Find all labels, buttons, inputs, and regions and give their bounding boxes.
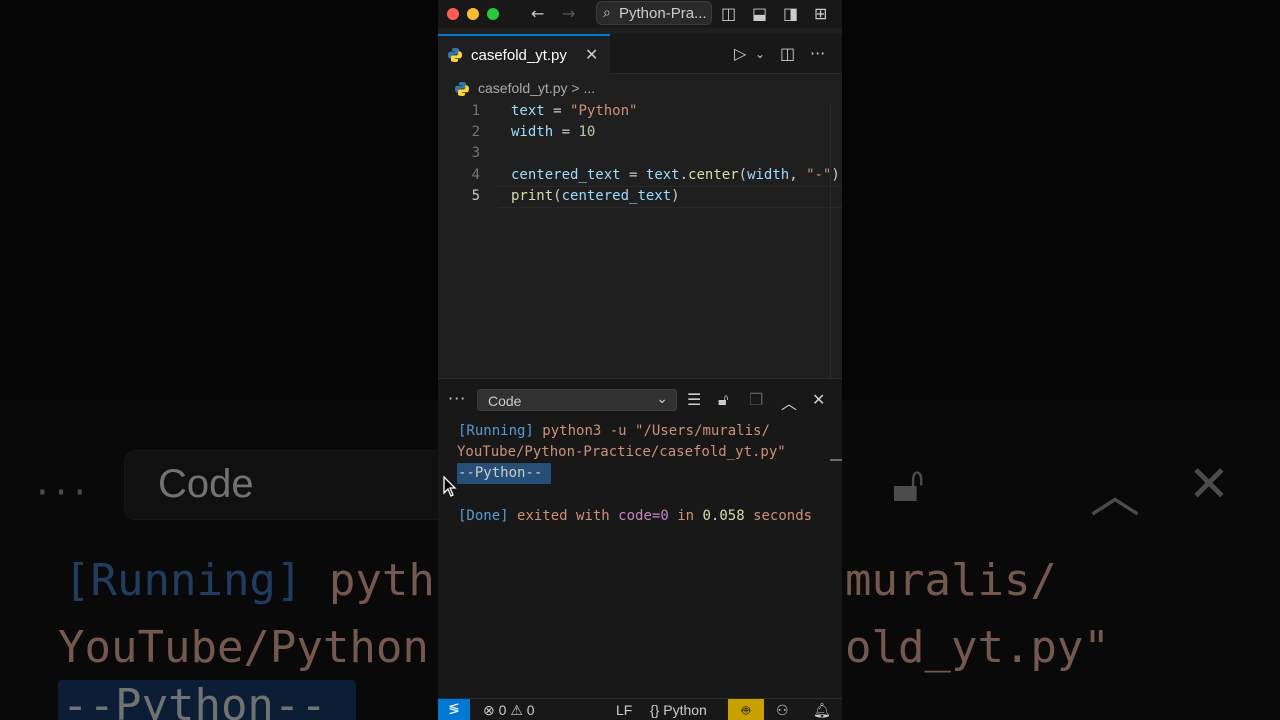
split-editor-icon[interactable]: ◫ xyxy=(780,44,795,63)
minimize-window-button[interactable] xyxy=(467,8,479,20)
eol-indicator[interactable]: LF xyxy=(616,702,632,718)
warning-icon: ⚠ xyxy=(510,702,523,718)
close-panel-icon[interactable]: ✕ xyxy=(812,390,825,409)
done-code: code=0 xyxy=(618,508,669,524)
bell-icon[interactable]: 🔔︎ xyxy=(813,702,831,719)
done-text: exited with xyxy=(517,508,610,524)
mouse-pointer-icon xyxy=(443,476,457,497)
output-panel: ··· Code ⌄ ☰ 🔓︎ ❐ ︿ ✕ [Running] python3 … xyxy=(438,378,842,698)
code-line[interactable]: 4 centered_text = text.center(width, "-"… xyxy=(438,167,842,188)
tab-bar: casefold_yt.py ✕ ▷ ⌄ ◫ ··· xyxy=(438,34,842,74)
command-center-search[interactable]: ⌕ Python-Pra... xyxy=(596,1,712,25)
done-tag: [Done] xyxy=(458,508,509,524)
code-text: print(centered_text) xyxy=(511,188,680,204)
breadcrumb-path[interactable]: casefold_yt.py > ... xyxy=(478,80,595,96)
output-channel-label: Code xyxy=(488,393,522,409)
code-line[interactable]: 3 xyxy=(438,145,842,166)
chevron-up-icon[interactable]: ︿ xyxy=(781,390,797,414)
line-number: 3 xyxy=(471,145,480,161)
customize-layout-icon[interactable]: ⊞ xyxy=(814,4,827,23)
done-time: 0.058 xyxy=(702,508,745,524)
breadcrumb: casefold_yt.py > ... xyxy=(438,76,842,100)
copy-icon[interactable]: ❐ xyxy=(749,390,763,409)
tab-casefold[interactable]: casefold_yt.py ✕ xyxy=(438,34,610,74)
language-mode[interactable]: {} Python xyxy=(650,702,707,718)
forward-arrow-icon[interactable]: → xyxy=(562,4,575,23)
search-label: Python-Pra... xyxy=(619,5,707,22)
output-running-path: YouTube/Python-Practice/casefold_yt.py" xyxy=(457,444,786,460)
warning-count: 0 xyxy=(526,702,535,718)
error-icon: ⊗ xyxy=(483,702,495,718)
toggle-panel-icon[interactable]: ⬓ xyxy=(752,4,767,23)
python-file-icon xyxy=(455,82,469,96)
clear-output-icon[interactable]: ☰ xyxy=(687,390,701,409)
language-label: Python xyxy=(663,702,707,718)
remote-icon[interactable]: ≶ xyxy=(438,699,470,720)
status-bar: ≶ ⊗ 0 ⚠ 0 LF {} Python 🤖︎ ⚇ 🔔︎ xyxy=(438,698,842,720)
code-editor[interactable]: 1 text = "Python" 2 width = 10 3 4 cente… xyxy=(438,100,842,378)
vscode-window: ← → ⌕ Python-Pra... ◫ ⬓ ◨ ⊞ casefold_yt.… xyxy=(438,0,842,720)
maximize-window-button[interactable] xyxy=(487,8,499,20)
lock-icon[interactable]: 🔓︎ xyxy=(718,390,728,410)
output-running-line: [Running] python3 -u "/Users/muralis/ xyxy=(458,423,770,439)
search-icon: ⌕ xyxy=(603,5,611,21)
output-done-line: [Done] exited with code=0 in 0.058 secon… xyxy=(458,508,812,524)
code-line[interactable]: 2 width = 10 xyxy=(438,124,842,145)
chevron-down-icon[interactable]: ⌄ xyxy=(755,47,765,61)
run-icon[interactable]: ▷ xyxy=(734,44,746,63)
line-number: 2 xyxy=(471,124,480,140)
feedback-icon[interactable]: ⚇ xyxy=(776,702,789,719)
code-text: width = 10 xyxy=(511,124,596,140)
running-command: python3 -u "/Users/muralis/ xyxy=(542,423,770,439)
output-channel-select[interactable]: Code ⌄ xyxy=(477,389,677,411)
output-result[interactable]: --Python-- xyxy=(458,465,542,481)
code-text: text = "Python" xyxy=(511,103,638,119)
line-number: 5 xyxy=(471,188,480,204)
done-in: in xyxy=(677,508,695,524)
done-seconds: seconds xyxy=(753,508,813,524)
more-actions-icon[interactable]: ··· xyxy=(810,44,825,63)
editor-scrollbar[interactable] xyxy=(830,103,831,378)
code-line[interactable]: 5 print(centered_text) xyxy=(438,188,842,209)
braces-icon: {} xyxy=(650,702,660,718)
code-line[interactable]: 1 text = "Python" xyxy=(438,103,842,124)
toggle-sidebar-icon[interactable]: ◫ xyxy=(721,4,736,23)
title-bar: ← → ⌕ Python-Pra... ◫ ⬓ ◨ ⊞ xyxy=(438,0,842,28)
tab-label: casefold_yt.py xyxy=(471,47,567,64)
close-window-button[interactable] xyxy=(447,8,459,20)
line-number: 4 xyxy=(471,167,480,183)
line-number: 1 xyxy=(471,103,480,119)
panel-scrollbar[interactable] xyxy=(830,459,842,461)
error-count: 0 xyxy=(498,702,507,718)
more-icon[interactable]: ··· xyxy=(448,389,466,408)
python-file-icon xyxy=(448,48,462,62)
copilot-icon[interactable]: 🤖︎ xyxy=(728,699,764,720)
chevron-down-icon: ⌄ xyxy=(656,391,668,407)
toggle-secondary-sidebar-icon[interactable]: ◨ xyxy=(783,4,798,23)
back-arrow-icon[interactable]: ← xyxy=(531,4,544,23)
problems-indicator[interactable]: ⊗ 0 ⚠ 0 xyxy=(483,702,535,719)
code-text: centered_text = text.center(width, "-") xyxy=(511,167,840,183)
running-tag: [Running] xyxy=(458,423,534,439)
close-icon[interactable]: ✕ xyxy=(585,45,598,64)
